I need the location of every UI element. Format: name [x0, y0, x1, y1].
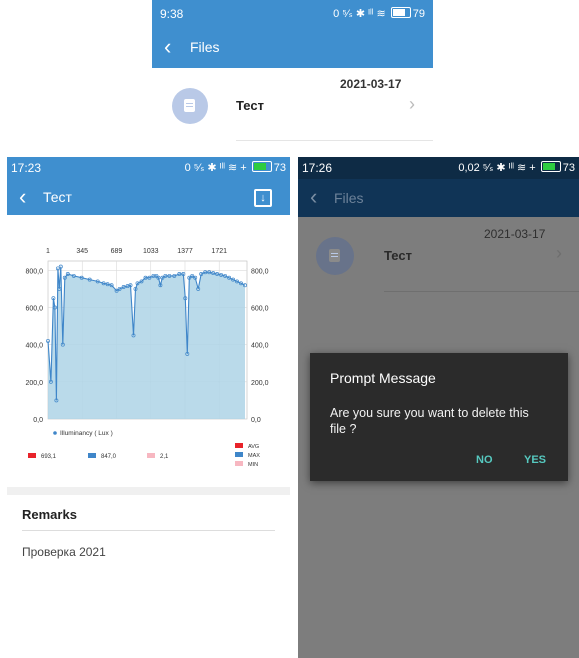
stat-legend-swatch [235, 443, 243, 448]
file-icon [172, 88, 208, 124]
battery-level: 79 [412, 8, 425, 20]
files-screen-top: 9:38 0 ⁵⁄ₛ ✱ ᴵˡˡ ≋ 79 ‹ Files 2021-03-17… [152, 0, 433, 141]
stat-swatch [147, 453, 155, 458]
y-tick-label-right: 0,0 [251, 417, 261, 424]
legend-marker [53, 431, 57, 435]
y-tick-label-left: 600,0 [25, 305, 43, 312]
status-icons: 0 ⁵⁄ₛ ✱ ᴵˡˡ ≋ + [184, 162, 247, 174]
stat-legend-label: MIN [248, 462, 258, 468]
stat-value: 693,1 [41, 454, 57, 460]
file-list-item[interactable]: 2021-03-17 Тест › [298, 217, 579, 297]
series-area [48, 266, 246, 419]
yes-button[interactable]: YES [524, 454, 546, 466]
status-time: 17:26 [302, 161, 333, 175]
status-bar: 9:38 0 ⁵⁄ₛ ✱ ᴵˡˡ ≋ 79 [152, 0, 433, 28]
file-date: 2021-03-17 [340, 77, 402, 91]
x-tick-label: 1377 [177, 248, 193, 255]
section-divider [7, 487, 290, 495]
chart-screen: 17:23 0 ⁵⁄ₛ ✱ ᴵˡˡ ≋ + 73 ‹ Тест ↓ 0,0 0,0… [7, 157, 290, 658]
stat-legend-label: MAX [248, 453, 260, 459]
dialog-title: Prompt Message [330, 370, 436, 386]
y-tick-label-left: 400,0 [25, 343, 43, 350]
app-bar: ‹ Тест ↓ [7, 179, 290, 215]
row-divider [236, 140, 433, 141]
x-tick-label: 1 [46, 248, 50, 255]
download-icon[interactable]: ↓ [254, 189, 272, 207]
status-icons: 0 ⁵⁄ₛ ✱ ᴵˡˡ ≋ [333, 8, 386, 20]
stat-legend-swatch [235, 452, 243, 457]
battery-level: 73 [562, 162, 575, 174]
x-tick-label: 345 [76, 248, 88, 255]
back-arrow-icon[interactable]: ‹ [19, 186, 26, 208]
page-title: Files [334, 190, 364, 206]
x-tick-label: 1033 [143, 248, 159, 255]
illuminance-chart: 0,0 0,0 200,0 200,0 400,0 400,0 600,0 600,0 800,… [25, 248, 269, 468]
status-bar: 17:23 0 ⁵⁄ₛ ✱ ᴵˡˡ ≋ + 73 [7, 157, 290, 179]
delete-confirm-dialog: Prompt Message Are you sure you want to … [310, 353, 568, 481]
battery-icon [540, 161, 561, 172]
app-bar: ‹ Files [152, 28, 433, 68]
y-tick-label-left: 200,0 [25, 380, 43, 387]
chevron-right-icon: › [409, 94, 415, 114]
remarks-title: Remarks [22, 507, 77, 522]
chevron-right-icon: › [556, 243, 562, 263]
file-date: 2021-03-17 [484, 227, 546, 241]
back-arrow-icon[interactable]: ‹ [164, 36, 171, 58]
status-bar: 17:26 0,02 ⁵⁄ₛ ✱ ᴵˡˡ ≋ + 73 [298, 157, 579, 179]
stat-swatch [28, 453, 36, 458]
y-tick-label-right: 600,0 [251, 305, 269, 312]
delete-screen: 17:26 0,02 ⁵⁄ₛ ✱ ᴵˡˡ ≋ + 73 ‹ Files 2021… [298, 157, 579, 658]
back-arrow-icon[interactable]: ‹ [310, 186, 317, 208]
dialog-message: Are you sure you want to delete this fil… [330, 406, 529, 436]
status-icons: 0,02 ⁵⁄ₛ ✱ ᴵˡˡ ≋ + [458, 162, 536, 174]
page-title: Тест [43, 189, 72, 205]
stat-swatch [88, 453, 96, 458]
x-tick-label: 1721 [211, 248, 227, 255]
battery-icon [251, 161, 272, 172]
file-name: Тест [384, 248, 412, 263]
stat-legend-swatch [235, 461, 243, 466]
status-time: 9:38 [160, 7, 184, 21]
y-tick-label-right: 800,0 [251, 268, 269, 275]
stat-legend-label: AVG [248, 444, 259, 450]
stat-value: 2,1 [160, 454, 169, 460]
battery-level: 73 [273, 162, 286, 174]
y-tick-label-right: 200,0 [251, 380, 269, 387]
remarks-text: Проверка 2021 [22, 545, 106, 559]
status-time: 17:23 [11, 161, 42, 175]
status-indicators: 0 ⁵⁄ₛ ✱ ᴵˡˡ ≋ + 73 [185, 161, 286, 174]
stat-value: 847,0 [101, 454, 117, 460]
file-icon [316, 237, 354, 275]
battery-icon [390, 7, 411, 18]
status-indicators: 0 ⁵⁄ₛ ✱ ᴵˡˡ ≋ 79 [333, 7, 425, 20]
x-tick-label: 689 [111, 248, 123, 255]
file-name: Тест [236, 98, 264, 113]
y-tick-label-left: 0,0 [33, 417, 43, 424]
status-indicators: 0,02 ⁵⁄ₛ ✱ ᴵˡˡ ≋ + 73 [458, 161, 575, 174]
y-tick-label-right: 400,0 [251, 343, 269, 350]
file-list-item[interactable]: 2021-03-17 Тест › [152, 68, 433, 141]
y-tick-label-left: 800,0 [25, 268, 43, 275]
page-title: Files [190, 39, 220, 55]
no-button[interactable]: NO [476, 454, 493, 466]
row-divider [384, 291, 579, 292]
legend-label: Illuminancy ( Lux ) [60, 430, 113, 437]
remarks-divider [22, 530, 275, 531]
app-bar: ‹ Files [298, 179, 579, 217]
